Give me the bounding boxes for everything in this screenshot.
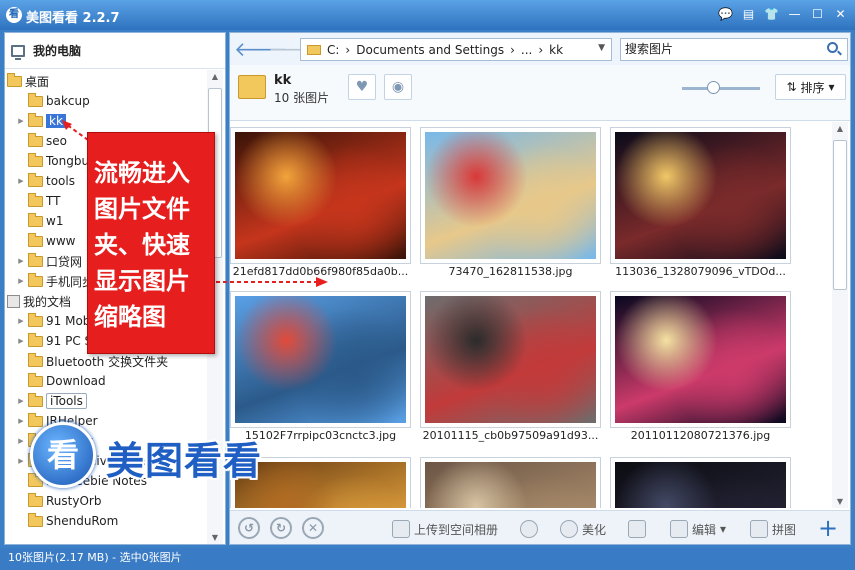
callout-line: 图片文件 — [94, 195, 190, 223]
callout-line: 夹、快速 — [94, 231, 190, 259]
brand-logo: 看 美图看看 — [30, 422, 300, 488]
callout-line: 显示图片 — [94, 267, 190, 295]
callout-line: 缩略图 — [94, 303, 166, 331]
brand-circle-icon: 看 — [30, 422, 96, 488]
brand-text: 美图看看 — [106, 439, 263, 483]
feature-callout: 流畅进入图片文件夹、快速显示图片缩略图 — [87, 132, 215, 354]
callout-line: 流畅进入 — [94, 159, 190, 187]
arrow-head — [316, 277, 328, 287]
arrow-head — [62, 120, 72, 130]
